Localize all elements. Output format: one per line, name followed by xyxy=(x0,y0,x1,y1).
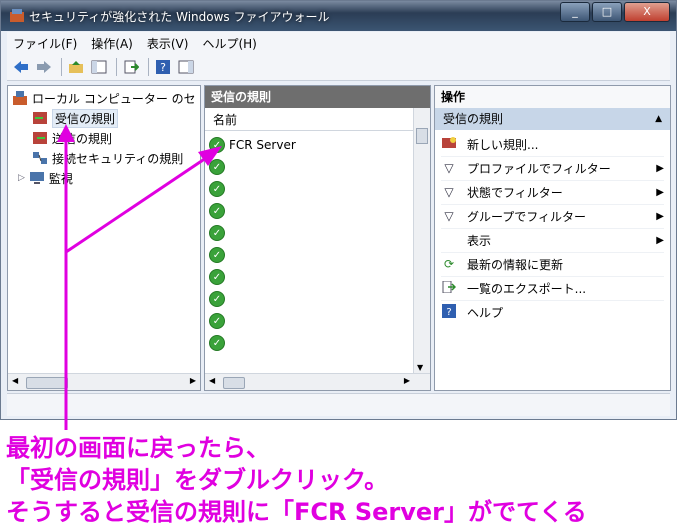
caption-line-1: 最初の画面に戻ったら、 xyxy=(6,434,270,462)
caption-line-3: そうすると受信の規則に「FCR Server」がでてくる xyxy=(6,498,587,526)
annotation-arrow-diagonal xyxy=(65,156,207,254)
caption-line-2: 「受信の規則」をダブルクリック。 xyxy=(6,466,389,494)
annotation-arrowhead xyxy=(198,146,222,166)
annotation-arrowhead xyxy=(57,124,75,142)
